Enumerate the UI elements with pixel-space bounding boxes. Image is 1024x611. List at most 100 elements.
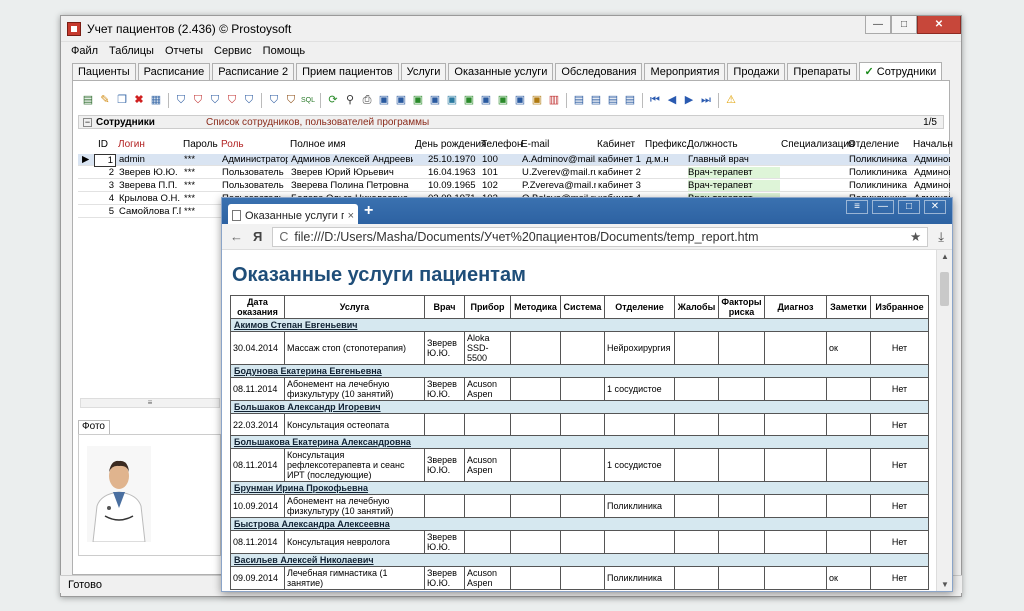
table-row[interactable]: ▶ 1 admin *** Администратор Админов Алек…: [78, 154, 950, 167]
close-button[interactable]: ✕: [917, 16, 961, 34]
cell-email[interactable]: P.Zvereva@mail.ru: [522, 180, 596, 191]
map-icon[interactable]: ▣: [495, 92, 511, 108]
cell-phone[interactable]: 102: [482, 180, 520, 191]
scroll-up-icon[interactable]: ▲: [941, 252, 949, 261]
filter-edit-icon[interactable]: ⛉: [224, 92, 240, 108]
tab-employees[interactable]: ✓ Сотрудники: [858, 62, 943, 81]
patient-name[interactable]: Акимов Степан Евгеньевич: [230, 318, 929, 332]
patient-name[interactable]: Бодунова Екатерина Евгеньевна: [230, 364, 929, 378]
cell-birthday[interactable]: 16.04.1963: [428, 167, 480, 178]
col-phone[interactable]: Телефон: [481, 139, 522, 150]
menu-service[interactable]: Сервис: [214, 45, 252, 57]
menu-help[interactable]: Помощь: [263, 45, 306, 57]
tab-events[interactable]: Мероприятия: [644, 63, 726, 80]
excel-icon[interactable]: ▣: [410, 92, 426, 108]
filter-icon[interactable]: ⛉: [173, 92, 189, 108]
url-field[interactable]: C file:///D:/Users/Masha/Documents/Учет%…: [272, 226, 929, 247]
col-password[interactable]: Пароль: [183, 139, 218, 150]
binoculars-icon[interactable]: ⚲: [342, 92, 358, 108]
cell-position[interactable]: Врач-терапевт: [688, 180, 780, 191]
menu-tables[interactable]: Таблицы: [109, 45, 154, 57]
cell-password[interactable]: ***: [184, 193, 220, 204]
cell-email[interactable]: U.Zverev@mail.ru: [522, 167, 596, 178]
tab-rendered-services[interactable]: Оказанные услуги: [448, 63, 554, 80]
html-icon[interactable]: ▣: [444, 92, 460, 108]
cell-id[interactable]: 5: [94, 206, 116, 217]
cell-chief[interactable]: Админов: [914, 180, 950, 191]
cell-fullname[interactable]: Зверева Полина Петровна: [291, 180, 413, 191]
scroll-thumb[interactable]: [940, 272, 949, 306]
cell-chief[interactable]: Админов: [914, 167, 950, 178]
mail-icon[interactable]: ▣: [478, 92, 494, 108]
cell-role[interactable]: Пользователь: [222, 167, 288, 178]
patient-name[interactable]: Быстрова Александра Алексеевна: [230, 517, 929, 531]
browser-title-bar[interactable]: Оказанные услуги па × + ≡ — □ ✕: [222, 198, 952, 224]
image-icon[interactable]: ▣: [461, 92, 477, 108]
preview-icon[interactable]: ▣: [376, 92, 392, 108]
filter-user-icon[interactable]: ⛉: [283, 92, 299, 108]
table-row[interactable]: 2 Зверев Ю.Ю. *** Пользователь Зверев Юр…: [78, 167, 950, 179]
next-icon[interactable]: ▶: [681, 92, 697, 108]
browser-menu-icon[interactable]: ≡: [846, 200, 868, 214]
cell-login[interactable]: Зверева П.П.: [119, 180, 181, 191]
cell-login[interactable]: admin: [119, 154, 181, 165]
calendar-icon[interactable]: ▣: [529, 92, 545, 108]
cell-position[interactable]: Врач-терапевт: [688, 167, 780, 178]
cell-password[interactable]: ***: [184, 167, 220, 178]
tab-schedule[interactable]: Расписание: [137, 63, 211, 80]
cell-room[interactable]: кабинет 3: [598, 180, 644, 191]
filter-clear-icon[interactable]: ⛉: [207, 92, 223, 108]
cell-password[interactable]: ***: [184, 206, 220, 217]
grid-icon[interactable]: ▣: [512, 92, 528, 108]
col-fullname[interactable]: Полное имя: [290, 139, 346, 150]
chart-icon[interactable]: ▥: [546, 92, 562, 108]
tab-examinations[interactable]: Обследования: [555, 63, 643, 80]
cell-department[interactable]: Поликлиника: [849, 180, 911, 191]
table-icon[interactable]: ▦: [148, 92, 164, 108]
cell-role[interactable]: Пользователь: [222, 180, 288, 191]
word-icon[interactable]: ▣: [427, 92, 443, 108]
cell-birthday[interactable]: 10.09.1965: [428, 180, 480, 191]
cell-fullname[interactable]: Зверев Юрий Юрьевич: [291, 167, 413, 178]
cell-birthday[interactable]: 25.10.1970: [428, 154, 480, 165]
ruler-icon[interactable]: ▤: [571, 92, 587, 108]
cell-room[interactable]: кабинет 1: [598, 154, 644, 165]
col-email[interactable]: E-mail: [521, 139, 549, 150]
columns-icon[interactable]: ▤: [588, 92, 604, 108]
cell-id[interactable]: 4: [94, 193, 116, 204]
cell-room[interactable]: кабинет 2: [598, 167, 644, 178]
tab-drugs[interactable]: Препараты: [787, 63, 857, 80]
cell-phone[interactable]: 100: [482, 154, 520, 165]
browser-maximize-button[interactable]: □: [898, 200, 920, 214]
edit-icon[interactable]: ✎: [97, 92, 113, 108]
cell-department[interactable]: Поликлиника: [849, 167, 911, 178]
cell-chief[interactable]: Админов: [914, 154, 950, 165]
cell-email[interactable]: A.Adminov@mail.ru: [522, 154, 596, 165]
patient-name[interactable]: Васильев Алексей Николаевич: [230, 553, 929, 567]
prev-icon[interactable]: ◀: [664, 92, 680, 108]
minimize-button[interactable]: —: [865, 16, 891, 34]
tab-sales[interactable]: Продажи: [727, 63, 786, 80]
title-bar[interactable]: Учет пациентов (2.436) © Prostoysoft — □…: [61, 16, 961, 42]
col-birthday[interactable]: День рождения: [415, 139, 486, 150]
tab-schedule-2[interactable]: Расписание 2: [212, 63, 295, 80]
col-position[interactable]: Должность: [687, 139, 738, 150]
tab-appointments[interactable]: Прием пациентов: [296, 63, 399, 80]
col-login[interactable]: Логин: [118, 139, 145, 150]
horizontal-scrollbar[interactable]: ≡: [80, 398, 220, 408]
cell-id[interactable]: 2: [94, 167, 116, 178]
cell-login[interactable]: Крылова О.Н.: [119, 193, 181, 204]
col-room[interactable]: Кабинет: [597, 139, 635, 150]
tab-photo[interactable]: Фото: [78, 420, 110, 434]
tab-patients[interactable]: Пациенты: [72, 63, 136, 80]
layout-icon[interactable]: ▤: [622, 92, 638, 108]
browser-close-button[interactable]: ✕: [924, 200, 946, 214]
download-icon[interactable]: ⤓: [938, 229, 944, 245]
col-prefix[interactable]: Префикс: [645, 139, 687, 150]
copy-icon[interactable]: ❐: [114, 92, 130, 108]
cell-fullname[interactable]: Админов Алексей Андреевич: [291, 154, 413, 165]
filter-settings-icon[interactable]: ⛉: [241, 92, 257, 108]
browser-minimize-button[interactable]: —: [872, 200, 894, 214]
cell-department[interactable]: Поликлиника: [849, 154, 911, 165]
export-icon[interactable]: ▣: [393, 92, 409, 108]
